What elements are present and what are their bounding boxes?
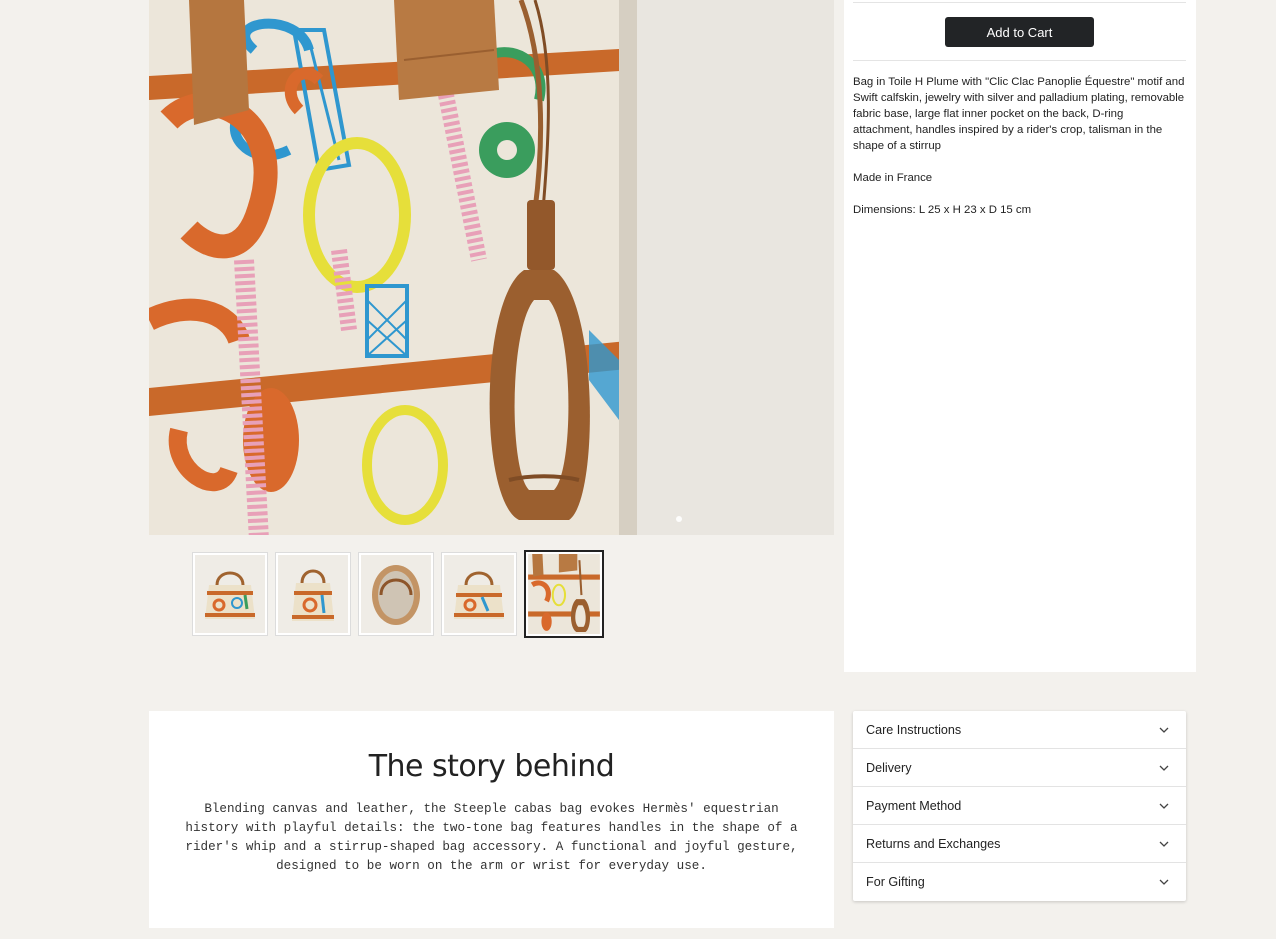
thumbnail-1[interactable]: [192, 552, 268, 636]
story-section: The story behind Blending canvas and lea…: [149, 711, 834, 928]
accordion-returns-and-exchanges[interactable]: Returns and Exchanges: [853, 825, 1186, 863]
accordion-label: Returns and Exchanges: [866, 836, 1001, 851]
accordion-payment-method[interactable]: Payment Method: [853, 787, 1186, 825]
divider: [853, 60, 1186, 61]
chevron-down-icon: [1159, 801, 1169, 811]
chevron-down-icon: [1159, 763, 1169, 773]
divider: [853, 2, 1186, 3]
story-body: Blending canvas and leather, the Steeple…: [185, 802, 798, 873]
accordion-label: Delivery: [866, 760, 912, 775]
description-text: Bag in Toile H Plume with "Clic Clac Pan…: [853, 76, 1185, 152]
thumbnail-5-selected[interactable]: [524, 550, 604, 638]
chevron-down-icon: [1159, 877, 1169, 887]
accordion-label: For Gifting: [866, 875, 925, 889]
thumbnail-strip: [192, 550, 604, 638]
product-description: Bag in Toile H Plume with "Clic Clac Pan…: [853, 74, 1186, 234]
product-main-image[interactable]: [149, 0, 834, 535]
accordion-for-gifting[interactable]: For Gifting: [853, 863, 1186, 901]
thumbnail-3[interactable]: [358, 552, 434, 636]
thumbnail-2[interactable]: [275, 552, 351, 636]
info-accordion: Care Instructions Delivery Payment Metho…: [853, 711, 1186, 901]
thumbnail-4[interactable]: [441, 552, 517, 636]
dimensions-text: Dimensions: L 25 x H 23 x D 15 cm: [853, 204, 1032, 216]
accordion-label: Payment Method: [866, 798, 962, 813]
carousel-dot-active[interactable]: [676, 516, 682, 522]
add-to-cart-button[interactable]: Add to Cart: [945, 17, 1094, 47]
chevron-down-icon: [1159, 839, 1169, 849]
story-title: The story behind: [368, 749, 615, 784]
accordion-label: Care Instructions: [866, 722, 962, 737]
chevron-down-icon: [1159, 725, 1169, 735]
accordion-delivery[interactable]: Delivery: [853, 749, 1186, 787]
origin-text: Made in France: [853, 172, 933, 184]
product-info-panel: Add to Cart Bag in Toile H Plume with "C…: [844, 0, 1196, 672]
accordion-care-instructions[interactable]: Care Instructions: [853, 711, 1186, 749]
